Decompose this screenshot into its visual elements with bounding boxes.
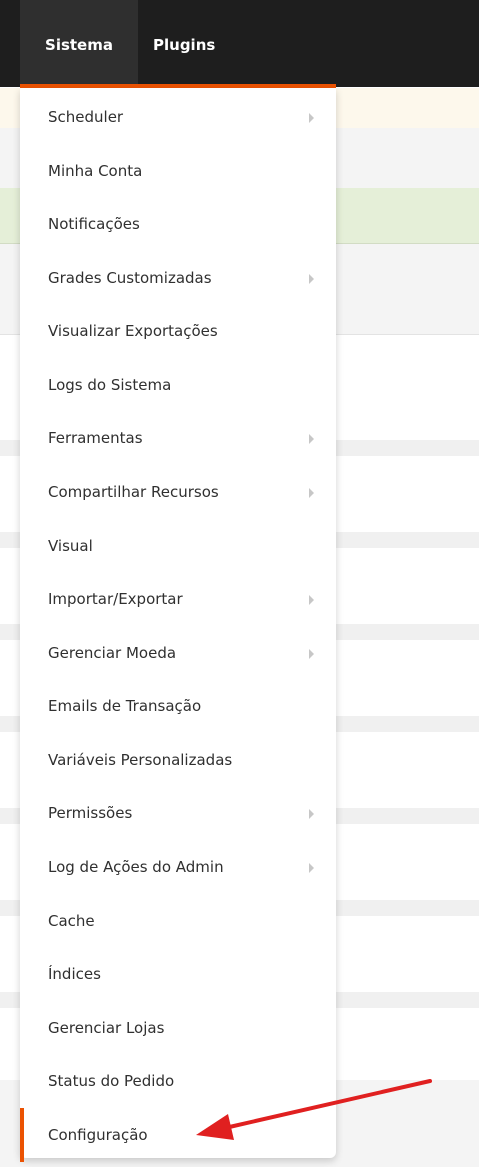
annotation-arrow-icon — [196, 1079, 432, 1140]
